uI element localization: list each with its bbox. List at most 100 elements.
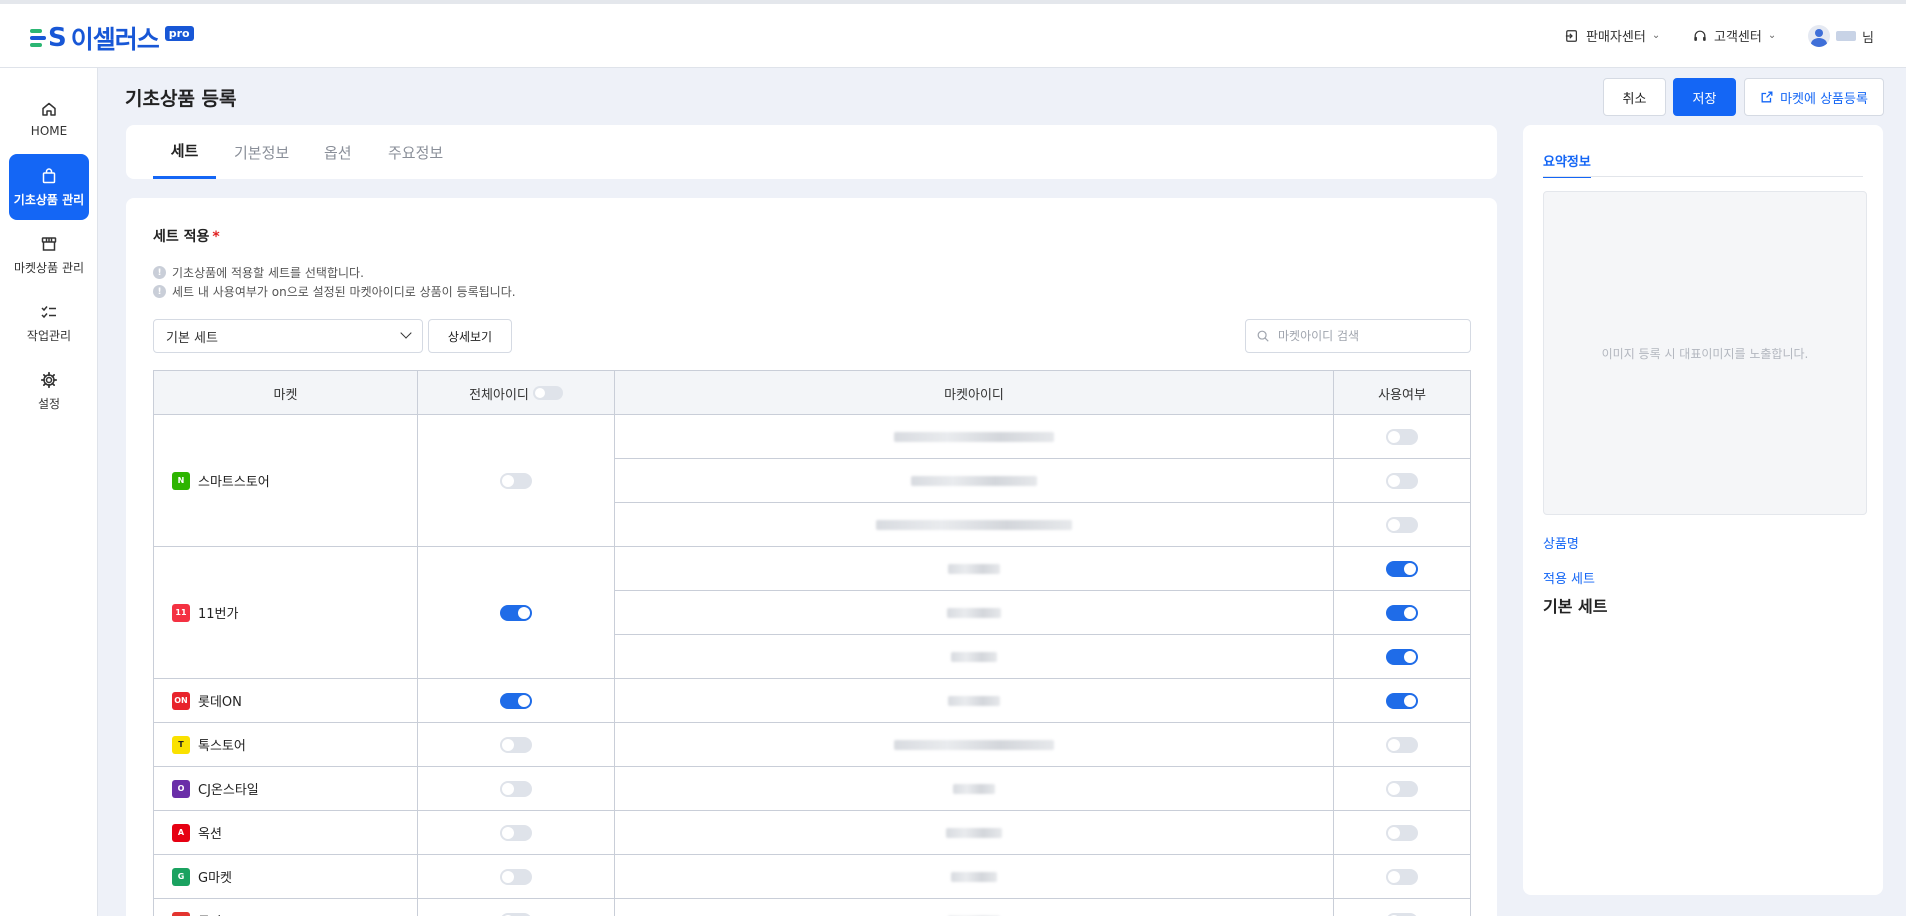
gear-icon [40, 371, 58, 388]
sidebar-item-tasks[interactable]: 작업관리 [9, 290, 89, 356]
market-name: 옥션 [198, 827, 222, 842]
tab-set[interactable]: 세트 [153, 125, 216, 179]
all-ids-toggle[interactable] [500, 604, 532, 621]
all-ids-toggle[interactable] [500, 780, 532, 797]
sidebar: HOME 기초상품 관리 마켓상품 관리 작업관리 설정 [0, 68, 98, 916]
sidebar-item-settings[interactable]: 설정 [9, 358, 89, 424]
all-ids-toggle[interactable] [500, 736, 532, 753]
market-id-cell [615, 855, 1334, 899]
all-ids-cell [418, 547, 615, 679]
all-ids-cell [418, 723, 615, 767]
market-logo-icon: N [172, 471, 190, 490]
use-toggle[interactable] [1386, 868, 1418, 885]
home-icon [42, 102, 56, 116]
use-toggle[interactable] [1386, 516, 1418, 533]
market-id-cell [615, 503, 1334, 547]
sidebar-item-home[interactable]: HOME [9, 86, 89, 152]
table-body: N 스마트스토어 11 11번가 ON 롯데ON T 톡스토어 O CJ온스타일 A 옥션 G G마켓쿠팡 [154, 415, 1470, 916]
page-title: 기초상품 등록 [125, 88, 237, 110]
use-cell [1334, 503, 1470, 547]
sidebar-item-base-product[interactable]: 기초상품 관리 [9, 154, 89, 220]
use-cell [1334, 635, 1470, 679]
save-button[interactable]: 저장 [1673, 78, 1736, 116]
market-id-cell [615, 415, 1334, 459]
tab-options[interactable]: 옵션 [324, 125, 352, 179]
use-toggle[interactable] [1386, 472, 1418, 489]
use-toggle[interactable] [1386, 604, 1418, 621]
market-cell: A 옥션 [154, 811, 418, 855]
chevron-down-icon: ⌄ [1651, 30, 1661, 41]
use-cell [1334, 811, 1470, 855]
app-logo[interactable]: S 이셀러스 pro [30, 20, 194, 56]
market-cell: T 톡스토어 [154, 723, 418, 767]
market-id-search[interactable] [1245, 319, 1471, 353]
logo-pro-badge: pro [164, 25, 194, 41]
note-text: 기초상품에 적용할 세트를 선택합니다. [172, 266, 364, 280]
market-id-cell [615, 459, 1334, 503]
use-toggle[interactable] [1386, 736, 1418, 753]
use-cell [1334, 899, 1470, 916]
use-toggle[interactable] [1386, 428, 1418, 445]
search-input[interactable] [1278, 329, 1448, 343]
market-cell: ON 롯데ON [154, 679, 418, 723]
summary-tab[interactable]: 요약정보 [1543, 151, 1591, 178]
product-name-label: 상품명 [1543, 537, 1579, 552]
market-id-blurred [948, 695, 1000, 706]
use-toggle[interactable] [1386, 912, 1418, 916]
sidebar-item-market-product[interactable]: 마켓상품 관리 [9, 222, 89, 288]
market-id-blurred [946, 827, 1002, 838]
use-cell [1334, 459, 1470, 503]
use-cell [1334, 723, 1470, 767]
tab-basic-info[interactable]: 기본정보 [234, 125, 289, 179]
market-id-cell [615, 723, 1334, 767]
all-ids-toggle[interactable] [500, 472, 532, 489]
use-toggle[interactable] [1386, 648, 1418, 665]
set-select[interactable]: 기본 세트 [153, 319, 423, 353]
market-id-blurred [947, 607, 1001, 618]
summary-panel: 요약정보 이미지 등록 시 대표이미지를 노출합니다. 상품명 적용 세트 기본… [1523, 125, 1883, 895]
market-id-cell [615, 767, 1334, 811]
note-2: ! 세트 내 사용여부가 on으로 설정된 마켓아이디로 상품이 등록됩니다. [153, 283, 516, 300]
market-id-cell [615, 591, 1334, 635]
all-ids-cell [418, 679, 615, 723]
market-name: 쿠팡 [198, 911, 222, 916]
detail-view-button[interactable]: 상세보기 [428, 319, 512, 353]
chevron-down-icon [400, 327, 412, 339]
all-ids-toggle[interactable] [500, 912, 532, 916]
all-ids-master-toggle[interactable] [532, 386, 563, 400]
all-ids-cell [418, 899, 615, 916]
market-register-button[interactable]: 마켓에 상품등록 [1744, 78, 1884, 116]
note-1: ! 기초상품에 적용할 세트를 선택합니다. [153, 264, 364, 281]
sidebar-item-label: 설정 [37, 396, 61, 411]
logo-mark-icon [30, 25, 58, 51]
use-toggle[interactable] [1386, 780, 1418, 797]
all-ids-toggle[interactable] [500, 692, 532, 709]
use-toggle[interactable] [1386, 560, 1418, 577]
use-toggle[interactable] [1386, 824, 1418, 841]
market-cell: N 스마트스토어 [154, 415, 418, 547]
use-cell [1334, 415, 1470, 459]
tab-bar: 세트 기본정보 옵션 주요정보 [126, 125, 1497, 179]
customer-center-menu[interactable]: 고객센터 ⌄ [1692, 26, 1776, 45]
set-section-title: 세트 적용 * [153, 226, 220, 246]
market-id-blurred [894, 739, 1054, 750]
market-cell: G G마켓 [154, 855, 418, 899]
required-mark: * [212, 229, 220, 245]
all-ids-cell [418, 415, 615, 547]
header-all-ids-label: 전체아이디 [469, 387, 529, 403]
set-section-title-text: 세트 적용 [153, 229, 210, 245]
seller-center-menu[interactable]: 판매자센터 ⌄ [1564, 26, 1660, 45]
market-name: CJ온스타일 [198, 783, 259, 798]
market-cell: 쿠팡 [154, 899, 418, 916]
sidebar-item-label: 마켓상품 관리 [13, 260, 85, 275]
tab-main-info[interactable]: 주요정보 [388, 125, 443, 179]
header-all-ids: 전체아이디 [418, 371, 615, 415]
all-ids-toggle[interactable] [500, 868, 532, 885]
user-name-blurred [1836, 31, 1856, 41]
cancel-button[interactable]: 취소 [1603, 78, 1666, 116]
all-ids-toggle[interactable] [500, 824, 532, 841]
set-select-value: 기본 세트 [166, 330, 218, 346]
use-toggle[interactable] [1386, 692, 1418, 709]
market-id-blurred [948, 563, 1000, 574]
user-menu[interactable]: 님 [1808, 25, 1874, 47]
